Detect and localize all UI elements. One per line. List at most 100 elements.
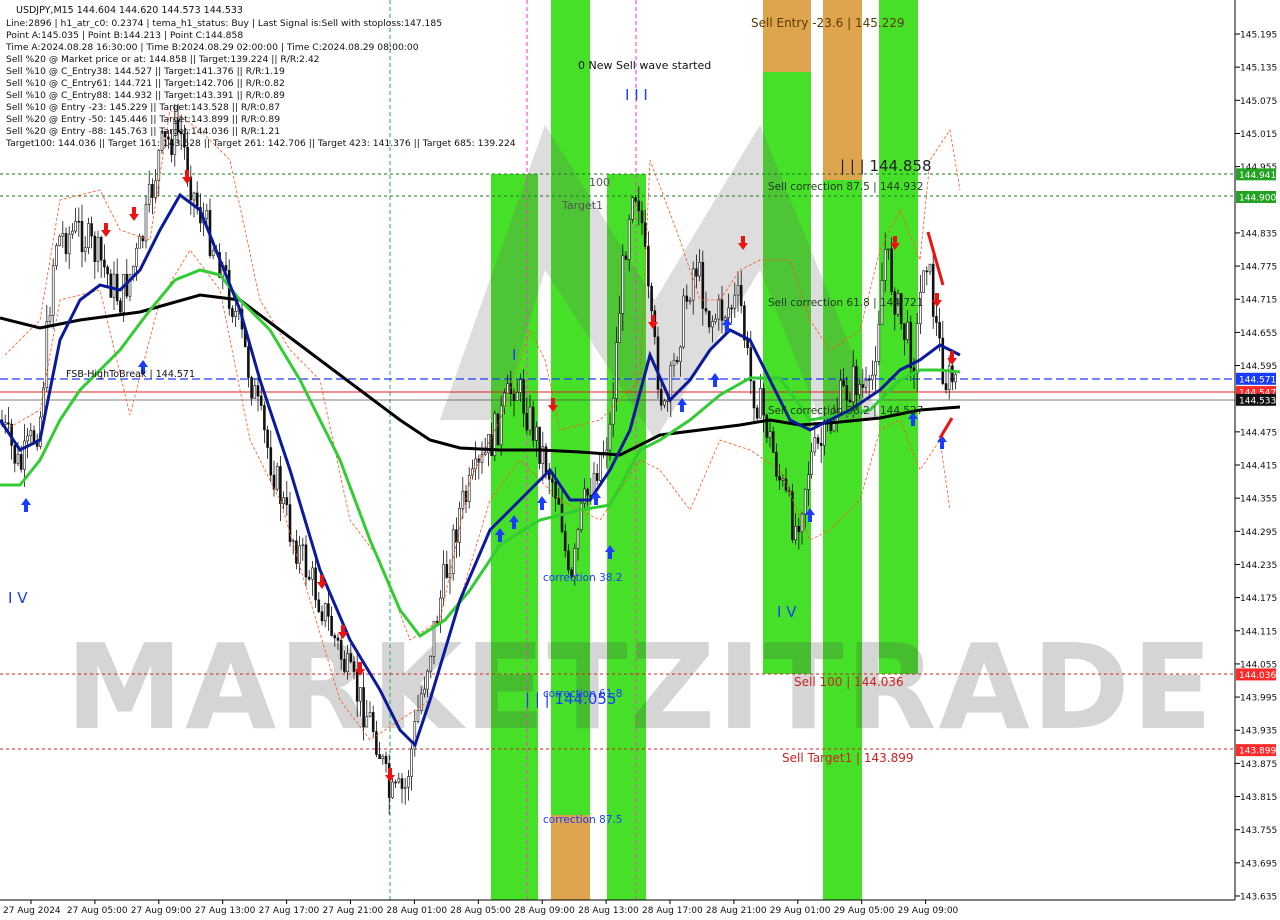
candle-body — [535, 426, 538, 441]
label-wave-iv-left: I V — [8, 589, 28, 607]
candle-body — [586, 488, 589, 496]
candle-body — [816, 437, 820, 444]
candle-body — [567, 550, 570, 571]
candle-body — [935, 316, 938, 323]
candle-body — [99, 236, 103, 261]
price-tick-label: 143.935 — [1240, 727, 1277, 737]
candle-body — [717, 299, 721, 320]
candle-body — [298, 545, 301, 564]
candle-body — [339, 640, 343, 660]
candle-body — [720, 299, 724, 321]
time-tick-label: 27 Aug 09:00 — [131, 906, 192, 916]
candle-body — [669, 365, 673, 401]
candle-body — [48, 315, 52, 322]
price-tick-label: 144.775 — [1240, 263, 1277, 273]
candle-body — [557, 497, 561, 505]
candle-body — [58, 235, 61, 246]
candle-body — [749, 347, 753, 382]
candle-body — [461, 490, 465, 509]
bear-zone-4a — [763, 0, 811, 72]
price-badge-label: 144.533 — [1239, 396, 1276, 406]
candle-body — [400, 778, 404, 789]
price-tick-label: 144.115 — [1240, 627, 1277, 637]
candle-body — [138, 236, 141, 249]
candle-body — [925, 270, 929, 273]
candle-body — [637, 200, 641, 212]
candle-body — [909, 321, 913, 369]
candle-body — [771, 431, 775, 453]
time-tick-label: 29 Aug 05:00 — [834, 906, 895, 916]
candle-body — [503, 392, 506, 407]
time-tick-label: 27 Aug 05:00 — [67, 906, 128, 916]
time-tick-label: 28 Aug 05:00 — [450, 906, 511, 916]
candle-body — [499, 405, 503, 446]
candle-body — [554, 481, 557, 499]
candle-body — [455, 529, 458, 543]
candle-body — [813, 437, 817, 453]
candle-body — [736, 284, 740, 296]
candle-body — [871, 374, 874, 380]
candle-body — [234, 310, 237, 317]
candle-body — [327, 603, 330, 617]
candle-body — [931, 263, 935, 317]
candle-body — [29, 430, 33, 437]
price-badge-label: 144.571 — [1239, 375, 1276, 385]
time-tick-label: 27 Aug 13:00 — [195, 906, 256, 916]
price-badge-label: 144.036 — [1239, 671, 1276, 681]
candle-body — [701, 262, 705, 309]
price-tick-label: 143.815 — [1240, 793, 1277, 803]
candle-body — [624, 255, 628, 260]
candle-body — [608, 423, 612, 451]
candle-body — [112, 273, 116, 298]
candle-body — [83, 247, 87, 253]
price-tick-label: 144.835 — [1240, 229, 1277, 239]
candle-body — [663, 400, 666, 406]
candle-body — [621, 255, 625, 314]
candle-body — [423, 688, 426, 695]
price-badge-label: 144.941 — [1239, 171, 1276, 181]
candle-body — [618, 313, 621, 343]
candle-body — [730, 307, 733, 310]
candle-body — [525, 412, 529, 431]
candle-body — [355, 671, 359, 702]
candle-body — [605, 449, 609, 453]
candle-body — [144, 204, 148, 242]
candle-body — [304, 544, 308, 578]
candle-body — [762, 388, 765, 416]
candle-body — [55, 245, 58, 267]
candle-body — [394, 781, 397, 784]
price-badge-label: 143.899 — [1239, 747, 1276, 757]
candle-body — [359, 687, 362, 702]
candle-body — [883, 249, 887, 281]
candle-body — [784, 478, 788, 491]
candle-body — [656, 336, 660, 390]
candle-body — [365, 716, 369, 728]
time-tick-label: 28 Aug 09:00 — [514, 906, 575, 916]
candle-body — [698, 262, 701, 277]
label-sell-target1: Sell Target1 | 143.899 — [782, 751, 914, 765]
candle-body — [890, 248, 893, 292]
candle-body — [266, 429, 269, 448]
candle-body — [189, 176, 193, 201]
candle-body — [295, 540, 298, 564]
time-tick-label: 27 Aug 2024 — [3, 906, 61, 916]
candle-body — [80, 220, 84, 253]
candle-body — [752, 380, 756, 409]
time-tick-label: 27 Aug 21:00 — [323, 906, 384, 916]
candle-body — [512, 393, 516, 401]
candle-body — [528, 406, 532, 431]
candle-body — [371, 712, 375, 732]
candle-body — [739, 284, 743, 307]
candle-body — [695, 268, 698, 277]
label-corr-618: correction 61.8 — [543, 688, 622, 700]
candle-body — [858, 384, 861, 396]
candle-body — [679, 346, 682, 363]
candle-body — [285, 497, 289, 505]
candle-body — [157, 150, 161, 181]
candle-body — [944, 383, 948, 391]
info-line: Sell %10 @ C_Entry61: 144.721 || Target:… — [6, 78, 285, 89]
candle-body — [320, 611, 324, 622]
candle-body — [362, 687, 365, 728]
candle-body — [115, 273, 119, 302]
price-tick-label: 144.355 — [1240, 495, 1277, 505]
